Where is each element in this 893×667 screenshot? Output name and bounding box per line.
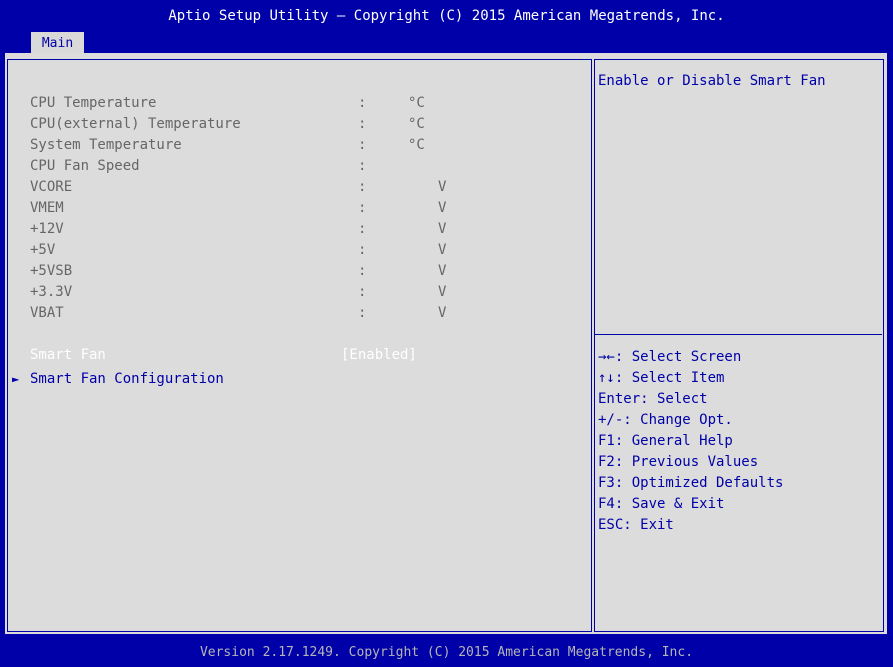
monitor-unit: V [438, 242, 447, 258]
smart-fan-configuration-label: Smart Fan Configuration [30, 371, 224, 387]
monitor-label: CPU(external) Temperature [30, 116, 241, 132]
monitor-label: +5VSB [30, 263, 73, 279]
monitor-label: +5V [30, 242, 56, 258]
monitor-unit: V [438, 284, 447, 300]
monitor-label: CPU Fan Speed [30, 158, 140, 174]
monitor-unit: °C [408, 116, 425, 132]
key-hint-select-screen: →←: Select Screen [598, 349, 742, 365]
key-hint-select-item: ↑↓: Select Item [598, 370, 725, 386]
smart-fan-label: Smart Fan [30, 347, 106, 363]
tab-main[interactable]: Main [31, 32, 84, 53]
monitor-label: CPU Temperature [30, 95, 157, 111]
key-hint-optimized-defaults: F3: Optimized Defaults [598, 475, 784, 491]
help-description: Enable or Disable Smart Fan [598, 73, 826, 89]
monitor-separator: : [358, 242, 367, 258]
monitor-unit: °C [408, 137, 425, 153]
monitor-separator: : [358, 305, 367, 321]
key-hint-change-opt: +/-: Change Opt. [598, 412, 733, 428]
monitor-label: VCORE [30, 179, 73, 195]
monitor-separator: : [358, 137, 367, 153]
key-hint-enter: Enter: Select [598, 391, 708, 407]
monitor-label: VMEM [30, 200, 64, 216]
help-frame [594, 59, 884, 632]
submenu-arrow-icon: ► [12, 372, 20, 386]
monitor-separator: : [358, 221, 367, 237]
monitor-label: VBAT [30, 305, 64, 321]
smart-fan-value[interactable]: [Enabled] [341, 345, 417, 365]
monitor-label: +3.3V [30, 284, 73, 300]
monitor-separator: : [358, 95, 367, 111]
monitor-unit: V [438, 305, 447, 321]
key-hint-save-exit: F4: Save & Exit [598, 496, 725, 512]
monitor-unit: V [438, 221, 447, 237]
smart-fan-configuration-menu[interactable]: ► Smart Fan Configuration [12, 369, 224, 389]
version-footer: Version 2.17.1249. Copyright (C) 2015 Am… [0, 641, 893, 667]
bios-title: Aptio Setup Utility – Copyright (C) 2015… [168, 8, 725, 24]
key-hint-general-help: F1: General Help [598, 433, 733, 449]
monitor-unit: V [438, 179, 447, 195]
monitor-label: +12V [30, 221, 64, 237]
monitor-label: System Temperature [30, 137, 182, 153]
monitor-unit: V [438, 263, 447, 279]
monitor-separator: : [358, 263, 367, 279]
key-hint-esc-exit: ESC: Exit [598, 517, 674, 533]
monitor-unit: °C [408, 95, 425, 111]
monitor-separator: : [358, 158, 367, 174]
monitor-separator: : [358, 179, 367, 195]
help-divider [594, 334, 882, 335]
monitor-unit: V [438, 200, 447, 216]
bios-screen: Aptio Setup Utility – Copyright (C) 2015… [0, 0, 893, 667]
key-legend: →←: Select Screen ↑↓: Select Item Enter:… [598, 347, 783, 536]
monitor-separator: : [358, 116, 367, 132]
monitor-separator: : [358, 284, 367, 300]
monitor-separator: : [358, 200, 367, 216]
key-hint-previous-values: F2: Previous Values [598, 454, 759, 470]
